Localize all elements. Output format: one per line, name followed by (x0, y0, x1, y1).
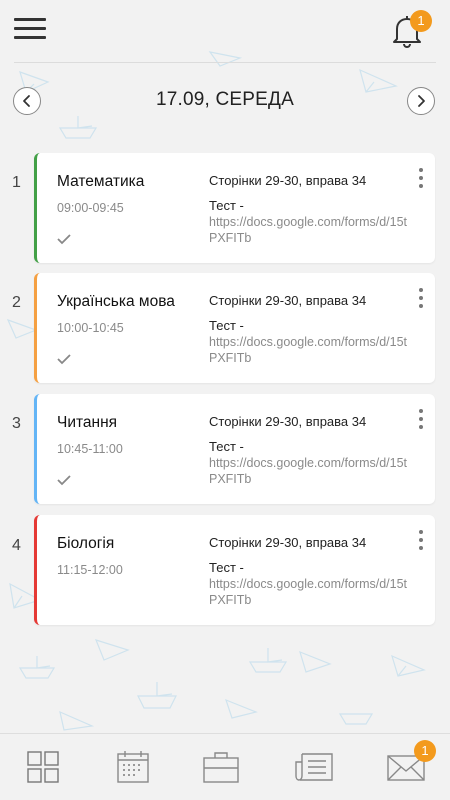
lesson-subject: Математика (57, 173, 145, 190)
lesson-test-label: Тест - (209, 198, 244, 213)
lesson-test-link[interactable]: https://docs.google.com/forms/d/15tPXFIT… (209, 576, 409, 608)
lesson-test-label: Тест - (209, 318, 244, 333)
lesson-test-label: Тест - (209, 560, 244, 575)
more-options-icon[interactable] (415, 409, 427, 433)
tab-dashboard[interactable] (0, 734, 90, 800)
checkmark-icon (57, 475, 71, 486)
tab-calendar[interactable] (90, 734, 180, 800)
lesson-number: 1 (12, 174, 21, 191)
chevron-right-icon (418, 95, 425, 107)
lesson-time: 09:00-09:45 (57, 201, 124, 215)
tab-messages[interactable]: 1 (360, 734, 450, 800)
lesson-homework: Сторінки 29-30, вправа 34 (209, 414, 367, 429)
lesson-test-label: Тест - (209, 439, 244, 454)
lesson-subject: Читання (57, 414, 118, 431)
date-title: 17.09, СЕРЕДА (156, 89, 294, 110)
lesson-time: 10:00-10:45 (57, 321, 124, 335)
header-divider (14, 62, 436, 63)
lesson-number: 4 (12, 537, 21, 554)
briefcase-icon (203, 752, 239, 783)
lesson-card[interactable]: Читання 10:45-11:00 Сторінки 29-30, впра… (34, 394, 435, 504)
checkmark-icon (57, 354, 71, 365)
lesson-card[interactable]: Українська мова 10:00-10:45 Сторінки 29-… (34, 273, 435, 383)
lesson-card[interactable]: Біологія 11:15-12:00 Сторінки 29-30, впр… (34, 515, 435, 625)
messages-badge: 1 (414, 740, 436, 762)
lesson-time: 10:45-11:00 (57, 442, 123, 456)
lesson-test-link[interactable]: https://docs.google.com/forms/d/15tPXFIT… (209, 455, 409, 487)
lesson-number: 2 (12, 294, 21, 311)
next-day-button[interactable] (407, 87, 435, 115)
app-header: 1 (0, 0, 450, 62)
chevron-left-icon (23, 95, 30, 107)
notifications-button[interactable]: 1 (390, 10, 434, 50)
checkmark-icon (57, 234, 71, 245)
lesson-homework: Сторінки 29-30, вправа 34 (209, 293, 367, 308)
menu-icon[interactable] (14, 16, 48, 42)
lesson-homework: Сторінки 29-30, вправа 34 (209, 535, 367, 550)
more-options-icon[interactable] (415, 288, 427, 312)
grid-icon (27, 751, 59, 783)
lesson-homework: Сторінки 29-30, вправа 34 (209, 173, 367, 188)
lesson-test-link[interactable]: https://docs.google.com/forms/d/15tPXFIT… (209, 214, 409, 246)
lesson-card[interactable]: Математика 09:00-09:45 Сторінки 29-30, в… (34, 153, 435, 263)
more-options-icon[interactable] (415, 530, 427, 554)
notification-badge: 1 (410, 10, 432, 32)
previous-day-button[interactable] (13, 87, 41, 115)
bottom-navigation: 1 (0, 733, 450, 800)
calendar-icon (117, 751, 149, 783)
lesson-number: 3 (12, 415, 21, 432)
lesson-test-link[interactable]: https://docs.google.com/forms/d/15tPXFIT… (209, 334, 409, 366)
tab-portfolio[interactable] (180, 734, 270, 800)
more-options-icon[interactable] (415, 168, 427, 192)
lesson-subject: Українська мова (57, 293, 175, 310)
tab-news[interactable] (270, 734, 360, 800)
lesson-subject: Біологія (57, 535, 115, 552)
lesson-time: 11:15-12:00 (57, 563, 123, 577)
newspaper-icon (295, 753, 333, 781)
